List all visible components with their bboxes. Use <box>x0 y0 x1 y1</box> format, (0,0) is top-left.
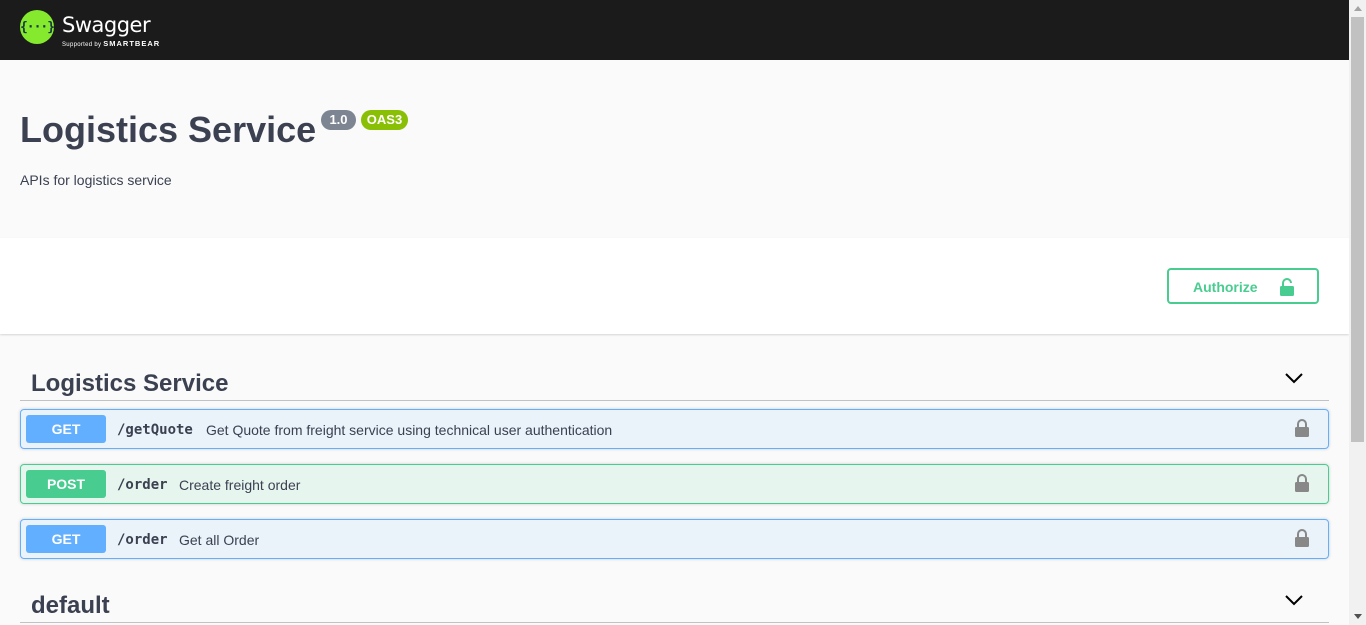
vertical-scrollbar[interactable] <box>1349 0 1366 625</box>
tag-section-default[interactable]: default <box>20 579 1329 623</box>
opblock-post-order[interactable]: POST /order Create freight order <box>20 464 1329 504</box>
tag-section-logistics-service[interactable]: Logistics Service <box>20 357 1329 401</box>
scrollbar-thumb[interactable] <box>1351 17 1364 442</box>
authorize-label: Authorize <box>1193 279 1258 295</box>
scroll-down-arrow-icon[interactable] <box>1349 608 1366 625</box>
scroll-up-arrow-icon[interactable] <box>1349 0 1366 17</box>
tag-title: default <box>31 592 110 619</box>
logo-glyph: {···} <box>19 19 55 35</box>
logo-subtitle: Supported by SMARTBEAR <box>62 39 160 48</box>
swagger-logo-icon: {···} <box>19 10 55 44</box>
opblock-get-getquote[interactable]: GET /getQuote Get Quote from freight ser… <box>20 409 1329 449</box>
operation-path: /order <box>117 477 168 493</box>
chevron-down-icon[interactable] <box>1285 595 1303 606</box>
logo-word: Swagger <box>62 13 151 37</box>
lock-icon[interactable] <box>1295 419 1309 437</box>
lock-open-icon <box>1280 278 1294 296</box>
opblock-get-order[interactable]: GET /order Get all Order <box>20 519 1329 559</box>
scheme-container: Authorize <box>0 238 1349 334</box>
api-description: APIs for logistics service <box>20 172 172 188</box>
logo-text: Swagger Supported by SMARTBEAR <box>62 10 160 48</box>
operation-summary: Get all Order <box>179 532 260 548</box>
logo-sub-prefix: Supported by <box>62 42 102 48</box>
chevron-down-icon[interactable] <box>1285 373 1303 384</box>
tag-title: Logistics Service <box>31 370 229 397</box>
swagger-logo[interactable]: {···} Swagger Supported by SMARTBEAR <box>20 10 160 48</box>
operation-summary: Get Quote from freight service using tec… <box>206 422 613 438</box>
method-badge: GET <box>26 525 106 553</box>
info-section: Logistics Service 1.0 OAS3 APIs for logi… <box>0 60 1349 238</box>
lock-icon[interactable] <box>1295 529 1309 547</box>
operation-path: /order <box>117 532 168 548</box>
lock-icon[interactable] <box>1295 474 1309 492</box>
method-badge: GET <box>26 415 106 443</box>
method-badge: POST <box>26 470 106 498</box>
oas-badge: OAS3 <box>361 110 408 130</box>
logo-sub-brand: SMARTBEAR <box>103 39 161 48</box>
version-badge: 1.0 <box>321 110 356 130</box>
operation-path: /getQuote <box>117 422 193 438</box>
topbar: {···} Swagger Supported by SMARTBEAR <box>0 0 1349 60</box>
authorize-button[interactable]: Authorize <box>1167 268 1319 304</box>
api-title: Logistics Service <box>20 109 317 150</box>
operation-summary: Create freight order <box>179 477 301 493</box>
